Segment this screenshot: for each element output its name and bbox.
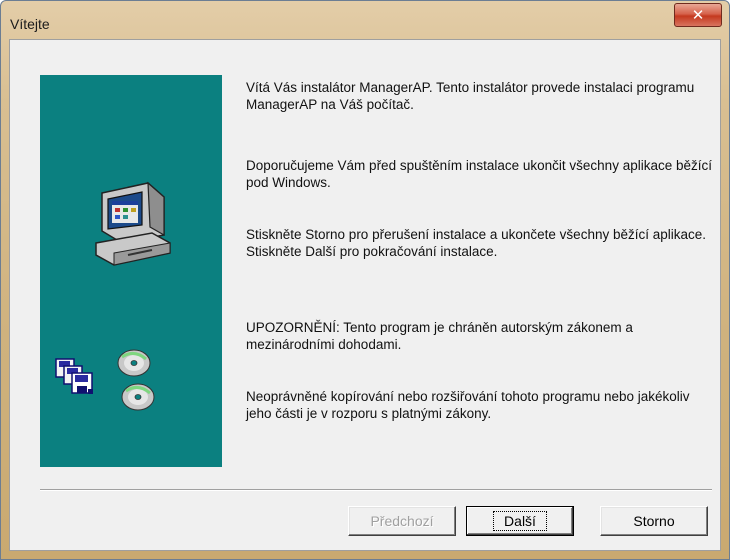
next-button-label: Další bbox=[493, 511, 547, 531]
welcome-graphic-panel bbox=[40, 75, 222, 467]
cancel-button[interactable]: Storno bbox=[600, 506, 708, 536]
instructions-text: Stiskněte Storno pro přerušení instalace… bbox=[246, 227, 707, 259]
cd-disc-icon bbox=[117, 349, 155, 411]
button-separator bbox=[40, 489, 712, 491]
computer-icon bbox=[95, 181, 171, 266]
legal-notice-text: Neoprávněné kopírování nebo rozšiřování … bbox=[246, 389, 690, 421]
install-media-icon bbox=[55, 349, 155, 411]
recommendation-text: Doporučujeme Vám před spuštěním instalac… bbox=[246, 158, 712, 190]
copyright-warning-text: UPOZORNĚNÍ: Tento program je chráněn aut… bbox=[246, 320, 633, 352]
next-button[interactable]: Další bbox=[466, 506, 574, 536]
welcome-text: Vítá Vás instalátor ManagerAP. Tento ins… bbox=[246, 80, 695, 112]
back-button-label: Předchozí bbox=[370, 513, 434, 529]
cancel-button-label: Storno bbox=[633, 513, 675, 529]
window-title: Vítejte bbox=[10, 16, 50, 32]
close-button[interactable]: ✕ bbox=[674, 3, 722, 27]
floppy-disks-icon bbox=[55, 358, 93, 394]
dialog-body: Vítá Vás instalátor ManagerAP. Tento ins… bbox=[9, 39, 721, 551]
close-icon: ✕ bbox=[691, 6, 705, 24]
back-button[interactable]: Předchozí bbox=[348, 506, 456, 536]
installer-window: Vítejte ✕ Vítá Vás instalátor ManagerAP.… bbox=[0, 0, 730, 560]
